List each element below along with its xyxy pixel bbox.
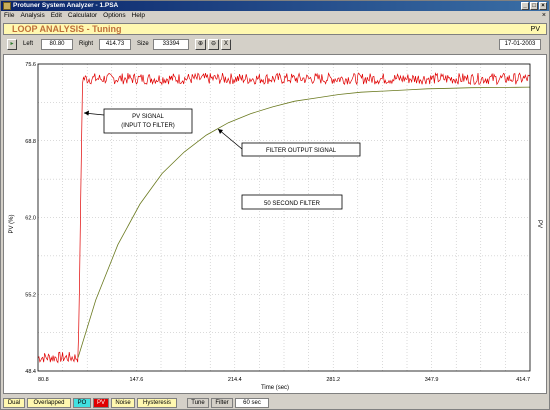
- dual-button[interactable]: Dual: [3, 398, 25, 408]
- tune-button[interactable]: Tune: [187, 398, 209, 408]
- menu-help[interactable]: Help: [129, 11, 148, 21]
- menu-edit[interactable]: Edit: [48, 11, 65, 21]
- analysis-title: LOOP ANALYSIS - Tuning: [12, 24, 122, 34]
- filter-value-field[interactable]: 60 sec: [235, 398, 269, 408]
- toolbar: ▸ Left 80.80 Right 414.73 Size 33394 ⊕ ⊖…: [3, 37, 547, 52]
- left-field[interactable]: 80.80: [41, 39, 73, 50]
- status-bar: Dual Overlapped PO PV Noise Hysteresis T…: [1, 397, 549, 409]
- filter-duration-annotation: 50 SECOND FILTER: [264, 201, 321, 207]
- close-button[interactable]: ×: [539, 2, 547, 10]
- pv-signal-annotation: PV SIGNAL: [132, 114, 164, 120]
- minimize-button[interactable]: _: [521, 2, 529, 10]
- app-window: Protuner System Analyzer - 1.PSA _ □ × F…: [0, 0, 550, 410]
- zoom-out-icon[interactable]: ⊖: [208, 39, 219, 50]
- y-tick-label: 68.8: [25, 139, 36, 145]
- overlapped-button[interactable]: Overlapped: [27, 398, 71, 408]
- noise-button[interactable]: Noise: [111, 398, 135, 408]
- po-button[interactable]: PO: [73, 398, 91, 408]
- menu-file[interactable]: File: [1, 11, 17, 21]
- size-label: Size: [137, 41, 149, 47]
- hysteresis-button[interactable]: Hysteresis: [137, 398, 177, 408]
- trend-chart: 80.8 147.6 214.4 281.2 347.9 414.7 75.6 68.8 62.…: [9, 62, 542, 391]
- window-title: Protuner System Analyzer - 1.PSA: [13, 2, 119, 9]
- maximize-button[interactable]: □: [530, 2, 538, 10]
- menu-options[interactable]: Options: [100, 11, 128, 21]
- x-tick-label: 80.8: [38, 377, 49, 383]
- y-axis-label: PV (%): [9, 214, 15, 233]
- y-axis-label-right: PV: [536, 220, 542, 228]
- right-field[interactable]: 414.73: [99, 39, 131, 50]
- menu-analysis[interactable]: Analysis: [17, 11, 47, 21]
- x-axis-label: Time (sec): [261, 385, 289, 391]
- x-tick-label: 214.4: [228, 377, 242, 383]
- pv-signal-annotation-subtitle: (INPUT TO FILTER): [121, 123, 175, 129]
- left-label: Left: [23, 41, 34, 47]
- variable-label: PV: [530, 26, 540, 33]
- x-tick-label: 281.2: [326, 377, 340, 383]
- x-tick-label: 147.6: [130, 377, 144, 383]
- y-tick-label: 75.6: [25, 62, 36, 68]
- filter-output-arrowhead: [218, 129, 223, 134]
- filter-output-annotation: FILTER OUTPUT SIGNAL: [266, 148, 337, 154]
- x-tick-label: 347.9: [425, 377, 439, 383]
- filter-output-arrow: [217, 128, 243, 150]
- pv-button[interactable]: PV: [93, 398, 109, 408]
- date-field: 17-01-2003: [499, 39, 541, 50]
- app-icon: [3, 2, 11, 10]
- document-close-button[interactable]: ×: [542, 11, 546, 21]
- pv-signal-arrowhead: [84, 110, 89, 116]
- pv-signal-callout-box: [103, 108, 193, 134]
- menu-bar: File Analysis Edit Calculator Options Help ×: [1, 11, 549, 21]
- title-bar[interactable]: Protuner System Analyzer - 1.PSA _ □ ×: [1, 1, 549, 11]
- size-field[interactable]: 33394: [153, 39, 189, 50]
- filter-button[interactable]: Filter: [211, 398, 233, 408]
- right-label: Right: [79, 41, 94, 47]
- y-tick-label: 62.0: [25, 216, 36, 222]
- analysis-header: LOOP ANALYSIS - Tuning PV: [3, 23, 547, 35]
- y-tick-label: 48.4: [25, 369, 36, 375]
- y-tick-label: 55.2: [25, 292, 36, 298]
- zoom-x-button[interactable]: X: [221, 39, 231, 50]
- back-arrow-icon[interactable]: ▸: [7, 39, 17, 50]
- chart-area: 80.8 147.6 214.4 281.2 347.9 414.7 75.6 68.8 62.…: [3, 54, 547, 394]
- menu-calculator[interactable]: Calculator: [65, 11, 100, 21]
- zoom-in-icon[interactable]: ⊕: [195, 39, 206, 50]
- x-tick-label: 414.7: [516, 377, 530, 383]
